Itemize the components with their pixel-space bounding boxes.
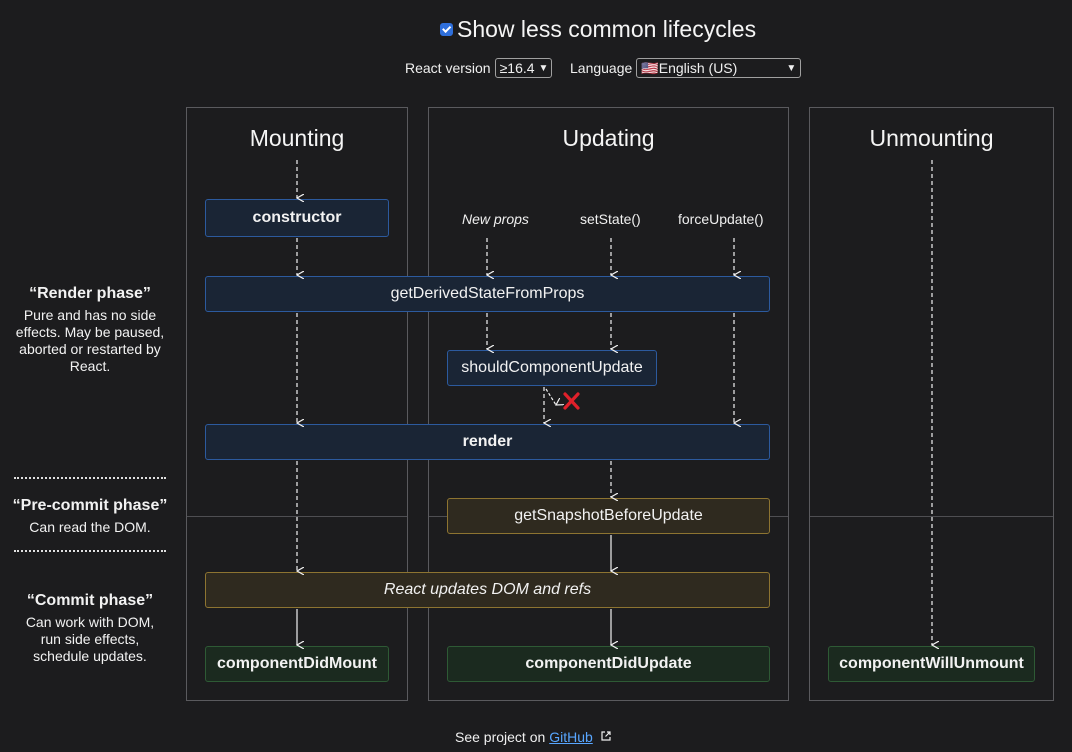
component-did-mount-box[interactable]: componentDidMount bbox=[205, 646, 389, 682]
updating-column: Updating bbox=[428, 107, 789, 701]
mounting-title: Mounting bbox=[249, 125, 345, 151]
render-box[interactable]: render bbox=[205, 424, 770, 460]
pre-commit-phase-description: Can read the DOM. bbox=[29, 519, 151, 535]
unmounting-column: Unmounting bbox=[809, 107, 1054, 701]
phase-separator bbox=[14, 550, 166, 552]
mounting-phase-divider bbox=[187, 516, 407, 517]
constructor-box[interactable]: constructor bbox=[205, 199, 389, 237]
show-less-common-checkbox[interactable] bbox=[440, 23, 453, 36]
footer: See project on GitHub bbox=[455, 729, 611, 745]
chevron-down-icon: ▼ bbox=[538, 62, 549, 74]
github-link[interactable]: GitHub bbox=[549, 729, 593, 745]
language-label: Language bbox=[570, 60, 633, 76]
render-phase-description: Pure and has no side effects. May be pau… bbox=[15, 307, 165, 374]
chevron-down-icon: ▼ bbox=[786, 62, 797, 74]
footer-prefix: See project on bbox=[455, 729, 546, 745]
render-phase-title: “Render phase” bbox=[29, 285, 151, 302]
commit-phase-title: “Commit phase” bbox=[26, 592, 154, 609]
language-select[interactable]: 🇺🇸English (US) ▼ bbox=[636, 58, 802, 78]
commit-phase-description: Can work with DOM, run side effects, sch… bbox=[25, 614, 155, 664]
get-snapshot-before-update-box[interactable]: getSnapshotBeforeUpdate bbox=[447, 498, 770, 534]
language-value: 🇺🇸English (US) bbox=[641, 59, 738, 76]
should-component-update-box[interactable]: shouldComponentUpdate bbox=[447, 350, 657, 386]
updating-title: Updating bbox=[562, 125, 655, 151]
unmounting-phase-divider bbox=[810, 516, 1053, 517]
show-less-common-toggle[interactable]: Show less common lifecycles bbox=[440, 16, 756, 43]
phase-separator bbox=[14, 477, 166, 479]
react-version-control: React version ≥16.4 ▼ bbox=[405, 58, 552, 78]
mounting-column: Mounting bbox=[186, 107, 408, 701]
force-update-trigger: forceUpdate() bbox=[678, 211, 764, 227]
set-state-trigger: setState() bbox=[580, 211, 641, 227]
get-derived-state-from-props-box[interactable]: getDerivedStateFromProps bbox=[205, 276, 770, 312]
show-less-common-label: Show less common lifecycles bbox=[457, 16, 757, 42]
new-props-trigger: New props bbox=[462, 211, 529, 227]
pre-commit-phase-title: “Pre-commit phase” bbox=[12, 497, 168, 514]
react-updates-dom-box: React updates DOM and refs bbox=[205, 572, 770, 608]
commit-phase-note: “Commit phase” Can work with DOM, run si… bbox=[14, 592, 166, 665]
render-phase-note: “Render phase” Pure and has no side effe… bbox=[14, 285, 166, 375]
react-version-select[interactable]: ≥16.4 ▼ bbox=[494, 58, 552, 78]
language-control: Language 🇺🇸English (US) ▼ bbox=[570, 58, 802, 78]
react-version-label: React version bbox=[405, 60, 491, 76]
component-did-update-box[interactable]: componentDidUpdate bbox=[447, 646, 770, 682]
react-version-value: ≥16.4 bbox=[499, 60, 535, 76]
unmounting-title: Unmounting bbox=[869, 125, 994, 151]
external-link-icon bbox=[601, 731, 611, 741]
lifecycle-diagram-page: Show less common lifecycles React versio… bbox=[0, 0, 1072, 752]
pre-commit-phase-note: “Pre-commit phase” Can read the DOM. bbox=[10, 497, 170, 536]
component-will-unmount-box[interactable]: componentWillUnmount bbox=[828, 646, 1035, 682]
